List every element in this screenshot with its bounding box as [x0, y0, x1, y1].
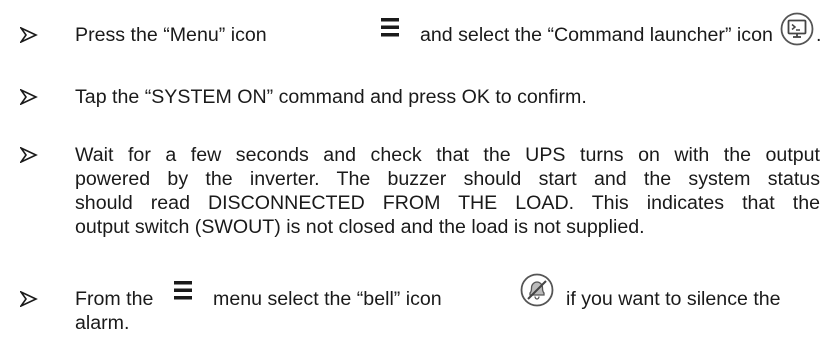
bullet-arrow-icon: [20, 147, 38, 163]
step1-text-part1: Press the “Menu” icon: [75, 24, 267, 46]
step3-line-3: should read DISCONNECTED FROM THE LOAD. …: [75, 192, 820, 214]
step4-text-part3: if you want to silence the: [566, 288, 781, 310]
step2-text: Tap the “SYSTEM ON” command and press OK…: [75, 86, 587, 108]
step1-trailing-period: .: [816, 24, 822, 46]
step4-text-part1: From the: [75, 288, 154, 310]
bullet-arrow-icon: [20, 89, 38, 105]
step1-text-part2: and select the “Command launcher” icon: [420, 24, 773, 46]
command-launcher-icon: [780, 12, 814, 46]
bullet-arrow-icon: [20, 291, 38, 307]
menu-icon: [165, 273, 201, 309]
step3-line-4: output switch (SWOUT) is not closed and …: [75, 216, 645, 238]
step4-continuation: alarm.: [75, 312, 130, 334]
bell-muted-icon: [520, 273, 554, 307]
menu-icon: [372, 10, 408, 46]
step3-line-2: powered by the inverter. The buzzer shou…: [75, 168, 820, 190]
step4-text-part2: menu select the “bell” icon: [213, 288, 442, 310]
step3-line-1: Wait for a few seconds and check that th…: [75, 144, 820, 166]
bullet-arrow-icon: [20, 27, 38, 43]
